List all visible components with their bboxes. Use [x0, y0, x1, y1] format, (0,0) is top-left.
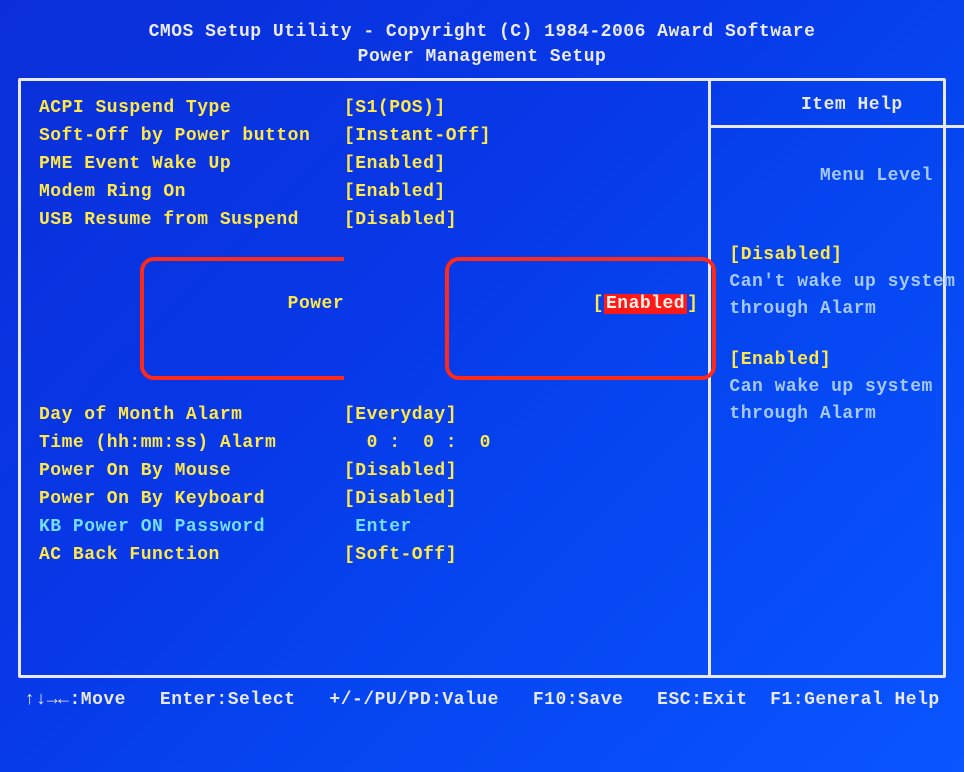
setting-label: Modem Ring On [39, 179, 344, 207]
highlight-outline [445, 257, 716, 381]
panels-frame: ACPI Suspend Type [S1(POS)] Soft-Off by … [18, 78, 946, 678]
setting-label: Power On By Mouse [39, 458, 344, 486]
setting-value: [Enabled] [344, 179, 698, 207]
help-panel: Item Help Menu Level ▸ [Disabled] Can't … [711, 81, 964, 675]
highlight-outline [140, 257, 344, 381]
help-block-title: [Disabled] [729, 242, 964, 269]
setting-label: ACPI Suspend Type [39, 95, 344, 123]
help-title: Item Help [711, 95, 964, 128]
setting-acpi-suspend-type[interactable]: ACPI Suspend Type [S1(POS)] [39, 95, 698, 123]
help-block-enabled: [Enabled] Can wake up system through Ala… [729, 347, 964, 428]
setting-modem-ring-on[interactable]: Modem Ring On [Enabled] [39, 179, 698, 207]
setting-label: xKB Power ON Password [39, 514, 344, 542]
setting-value: [Instant-Off] [344, 123, 698, 151]
setting-value: [S1(POS)] [344, 95, 698, 123]
setting-label: Power On By Keyboard [39, 486, 344, 514]
setting-pme-event-wake-up[interactable]: PME Event Wake Up [Enabled] [39, 151, 698, 179]
help-block-disabled: [Disabled] Can't wake up system through … [729, 242, 964, 323]
setting-day-of-month-alarm[interactable]: Day of Month Alarm [Everyday] [39, 402, 698, 430]
setting-time-alarm[interactable]: Time (hh:mm:ss) Alarm 0 : 0 : 0 [39, 430, 698, 458]
setting-power-on-by-mouse[interactable]: Power On By Mouse [Disabled] [39, 458, 698, 486]
setting-power-on-by-keyboard[interactable]: Power On By Keyboard [Disabled] [39, 486, 698, 514]
setting-usb-resume-from-suspend[interactable]: USB Resume from Suspend [Disabled] [39, 207, 698, 235]
setting-power-on-by-alarm[interactable]: Power-On by Alarm [Enabled] [39, 235, 698, 402]
setting-value: [Disabled] [344, 458, 698, 486]
setting-value: Enter [344, 514, 698, 542]
setting-label: USB Resume from Suspend [39, 207, 344, 235]
setting-value: [Disabled] [344, 486, 698, 514]
setting-label: AC Back Function [39, 542, 344, 570]
setting-value: [Everyday] [344, 402, 698, 430]
footer-keyhints: ↑↓→←:Move Enter:Select +/-/PU/PD:Value F… [18, 688, 946, 713]
setting-value: [Soft-Off] [344, 542, 698, 570]
selected-value-highlight: Enabled [604, 294, 687, 314]
setting-ac-back-function[interactable]: AC Back Function [Soft-Off] [39, 542, 698, 570]
header-page-title: Power Management Setup [18, 45, 946, 70]
help-menu-level: Menu Level ▸ [729, 144, 964, 206]
help-block-title: [Enabled] [729, 347, 964, 374]
help-block-body: Can't wake up system through Alarm [729, 269, 964, 323]
setting-label: Power-On by Alarm [39, 235, 344, 402]
header-copyright: CMOS Setup Utility - Copyright (C) 1984-… [18, 20, 946, 45]
bios-screen: CMOS Setup Utility - Copyright (C) 1984-… [0, 0, 964, 772]
setting-value: 0 : 0 : 0 [344, 430, 698, 458]
setting-value: [Enabled] [344, 151, 698, 179]
setting-kb-power-on-password: xKB Power ON Password Enter [39, 514, 698, 542]
help-block-body: Can wake up system through Alarm [729, 374, 964, 428]
settings-panel: ACPI Suspend Type [S1(POS)] Soft-Off by … [21, 81, 711, 675]
setting-label: Day of Month Alarm [39, 402, 344, 430]
setting-value: [Disabled] [344, 207, 698, 235]
setting-label: Soft-Off by Power button [39, 123, 344, 151]
setting-label: Time (hh:mm:ss) Alarm [39, 430, 344, 458]
setting-soft-off-power-button[interactable]: Soft-Off by Power button [Instant-Off] [39, 123, 698, 151]
setting-label: PME Event Wake Up [39, 151, 344, 179]
setting-value: [Enabled] [344, 235, 698, 402]
